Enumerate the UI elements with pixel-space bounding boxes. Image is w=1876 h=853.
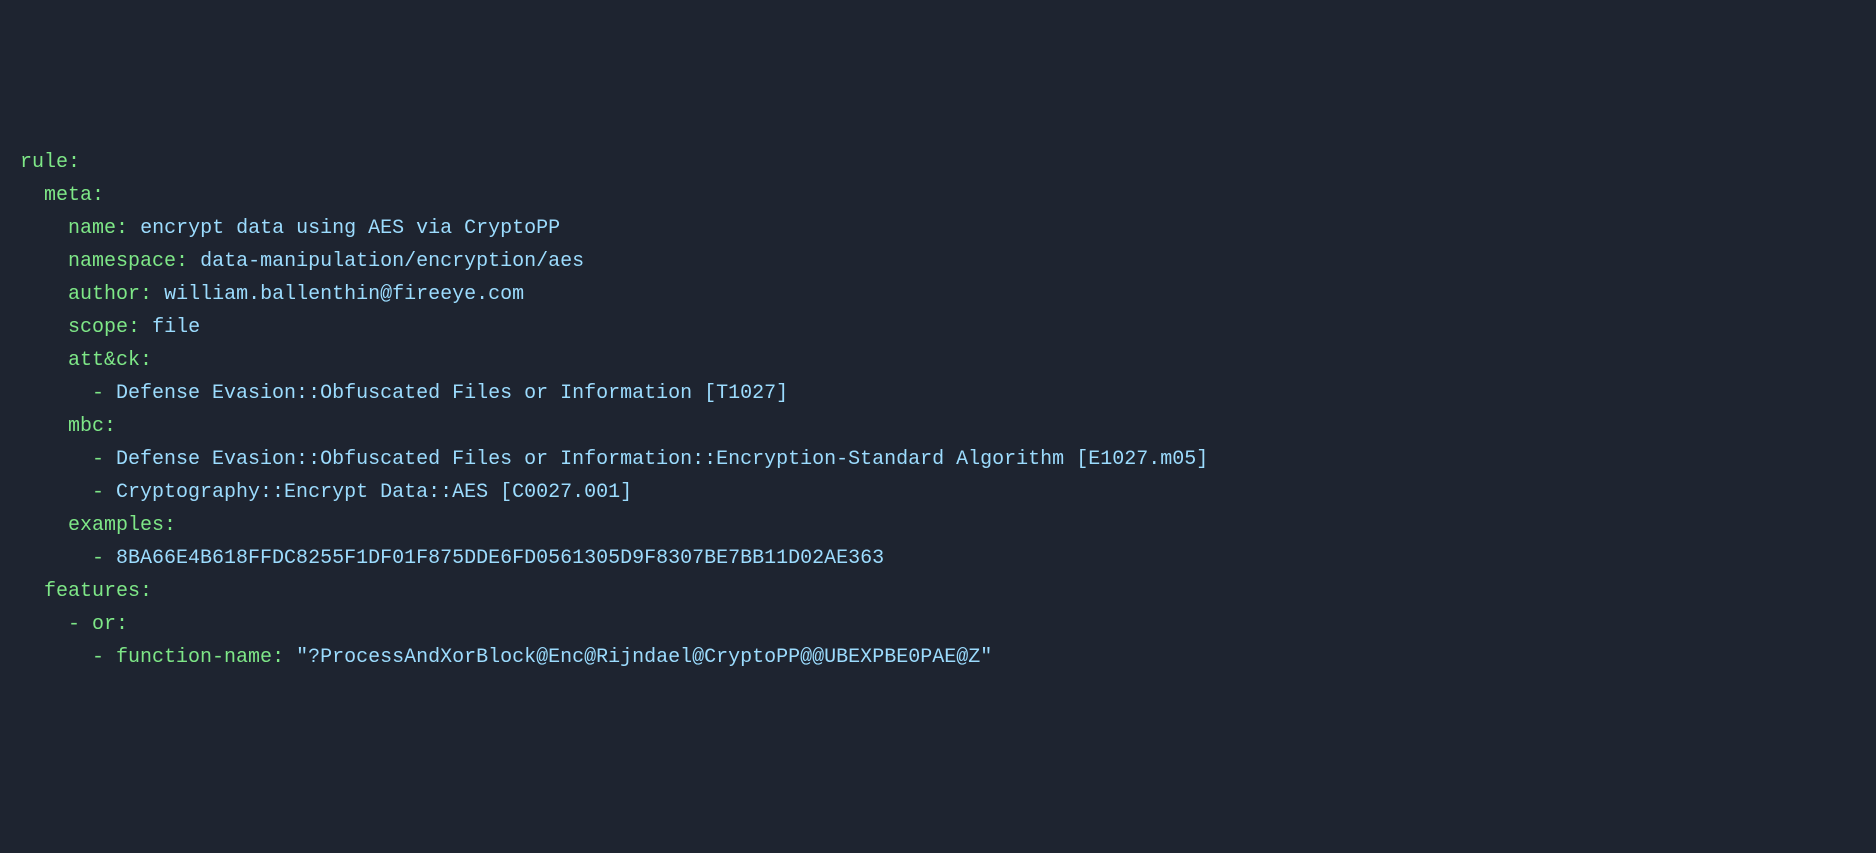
mbc-item-1: Defense Evasion::Obfuscated Files or Inf…: [116, 448, 1208, 471]
examples-key: examples: [68, 514, 164, 537]
colon: :: [116, 613, 128, 636]
namespace-key: namespace: [68, 250, 176, 273]
colon: :: [176, 250, 188, 273]
scope-key: scope: [68, 316, 128, 339]
colon: :: [116, 217, 128, 240]
namespace-value: data-manipulation/encryption/aes: [200, 250, 584, 273]
code-block: rule: meta: name: encrypt data using AES…: [20, 146, 1856, 674]
colon: :: [140, 580, 152, 603]
colon: :: [272, 646, 284, 669]
dash: -: [92, 448, 116, 471]
dash: -: [92, 547, 116, 570]
meta-key: meta: [44, 184, 92, 207]
mbc-item-2: Cryptography::Encrypt Data::AES [C0027.0…: [116, 481, 632, 504]
or-key: or: [92, 613, 116, 636]
author-value: william.ballenthin@fireeye.com: [164, 283, 524, 306]
scope-value: file: [152, 316, 200, 339]
dash: -: [92, 646, 116, 669]
dash: -: [92, 382, 116, 405]
dash: -: [68, 613, 92, 636]
colon: :: [164, 514, 176, 537]
rule-key: rule: [20, 151, 68, 174]
features-key: features: [44, 580, 140, 603]
author-key: author: [68, 283, 140, 306]
name-key: name: [68, 217, 116, 240]
mbc-key: mbc: [68, 415, 104, 438]
colon: :: [92, 184, 104, 207]
dash: -: [92, 481, 116, 504]
colon: :: [128, 316, 140, 339]
colon: :: [140, 283, 152, 306]
name-value: encrypt data using AES via CryptoPP: [140, 217, 560, 240]
function-name-value: "?ProcessAndXorBlock@Enc@Rijndael@Crypto…: [296, 646, 992, 669]
example-hash: 8BA66E4B618FFDC8255F1DF01F875DDE6FD05613…: [116, 547, 884, 570]
colon: :: [140, 349, 152, 372]
colon: :: [104, 415, 116, 438]
attck-item: Defense Evasion::Obfuscated Files or Inf…: [116, 382, 788, 405]
function-name-key: function-name: [116, 646, 272, 669]
colon: :: [68, 151, 80, 174]
attck-key: att&ck: [68, 349, 140, 372]
